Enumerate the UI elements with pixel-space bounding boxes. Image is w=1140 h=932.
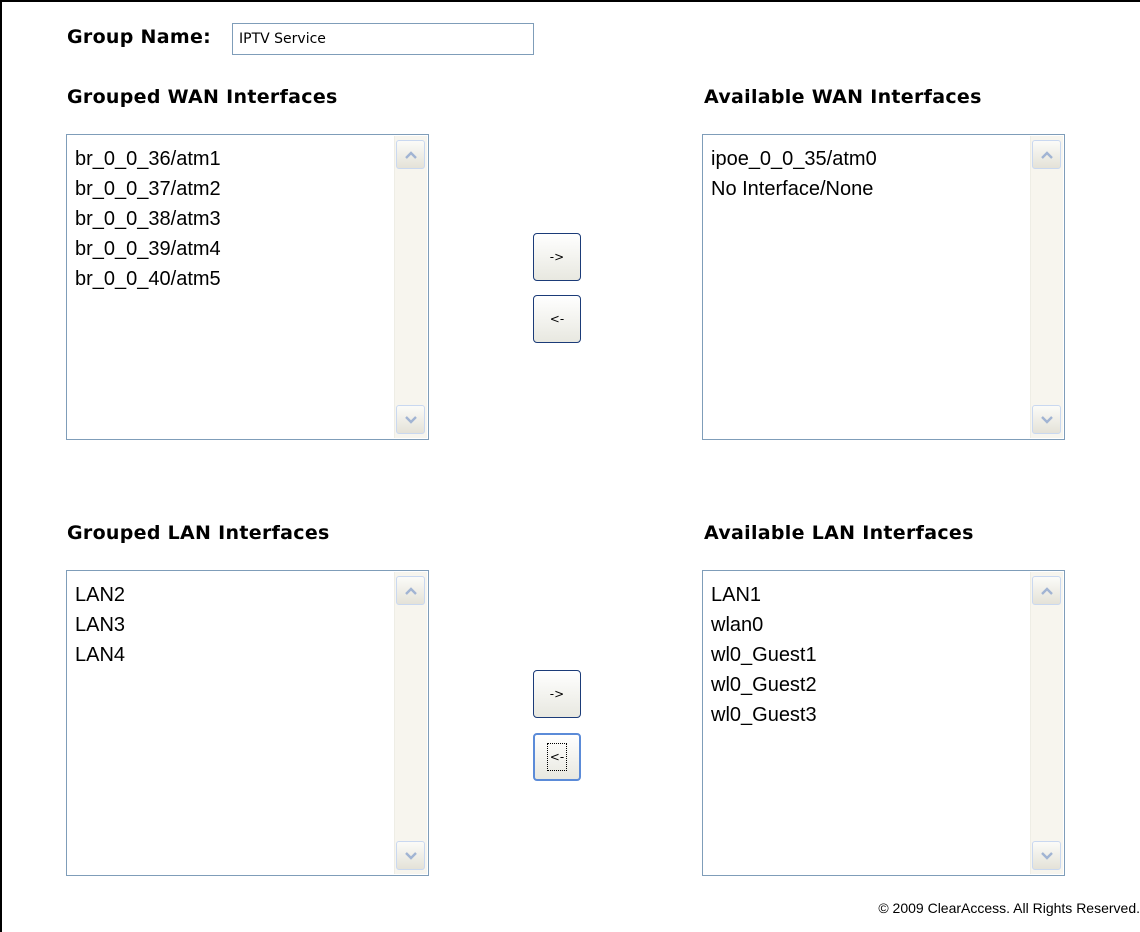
available-lan-listbox[interactable]: LAN1 wlan0 wl0_Guest1 wl0_Guest2 wl0_Guest3 (702, 570, 1065, 876)
chevron-up-icon (404, 150, 417, 159)
chevron-up-icon (1040, 586, 1053, 595)
grouped-wan-item[interactable]: br_0_0_36/atm1 (75, 144, 392, 174)
scroll-up-button[interactable] (396, 576, 425, 605)
available-wan-heading: Available WAN Interfaces (704, 86, 982, 108)
scroll-up-button[interactable] (1032, 576, 1061, 605)
add-wan-button[interactable]: -> (533, 233, 581, 281)
remove-lan-label: <- (546, 743, 568, 771)
grouped-wan-heading: Grouped WAN Interfaces (67, 86, 338, 108)
available-lan-item[interactable]: wl0_Guest1 (711, 640, 1028, 670)
grouped-wan-item[interactable]: br_0_0_37/atm2 (75, 174, 392, 204)
grouped-wan-items: br_0_0_36/atm1 br_0_0_37/atm2 br_0_0_38/at… (75, 144, 392, 294)
grouped-lan-listbox[interactable]: LAN2 LAN3 LAN4 (66, 570, 429, 876)
grouped-lan-item[interactable]: LAN2 (75, 580, 392, 610)
add-lan-label: -> (549, 687, 565, 701)
scroll-down-button[interactable] (396, 405, 425, 434)
available-lan-items: LAN1 wlan0 wl0_Guest1 wl0_Guest2 wl0_Guest3 (711, 580, 1028, 730)
grouped-wan-item[interactable]: br_0_0_38/atm3 (75, 204, 392, 234)
available-wan-item[interactable]: No Interface/None (711, 174, 1028, 204)
grouped-lan-item[interactable]: LAN4 (75, 640, 392, 670)
grouped-wan-item[interactable]: br_0_0_40/atm5 (75, 264, 392, 294)
add-lan-button[interactable]: -> (533, 670, 581, 718)
scroll-down-button[interactable] (1032, 841, 1061, 870)
group-name-label: Group Name: (67, 26, 212, 48)
remove-wan-button[interactable]: <- (533, 295, 581, 343)
grouped-lan-item[interactable]: LAN3 (75, 610, 392, 640)
grouped-lan-items: LAN2 LAN3 LAN4 (75, 580, 392, 670)
scroll-up-button[interactable] (1032, 140, 1061, 169)
chevron-down-icon (1040, 415, 1053, 424)
scrollbar[interactable] (394, 136, 427, 438)
available-lan-heading: Available LAN Interfaces (704, 522, 974, 544)
available-wan-listbox[interactable]: ipoe_0_0_35/atm0 No Interface/None (702, 134, 1065, 440)
available-lan-item[interactable]: LAN1 (711, 580, 1028, 610)
chevron-up-icon (1040, 150, 1053, 159)
scrollbar[interactable] (1030, 136, 1063, 438)
chevron-down-icon (404, 851, 417, 860)
grouped-wan-listbox[interactable]: br_0_0_36/atm1 br_0_0_37/atm2 br_0_0_38/at… (66, 134, 429, 440)
remove-wan-label: <- (549, 312, 565, 326)
available-wan-items: ipoe_0_0_35/atm0 No Interface/None (711, 144, 1028, 204)
grouped-wan-item[interactable]: br_0_0_39/atm4 (75, 234, 392, 264)
available-lan-item[interactable]: wl0_Guest2 (711, 670, 1028, 700)
scrollbar[interactable] (394, 572, 427, 874)
scroll-down-button[interactable] (396, 841, 425, 870)
chevron-down-icon (404, 415, 417, 424)
group-name-input[interactable]: IPTV Service (232, 23, 534, 55)
available-lan-item[interactable]: wlan0 (711, 610, 1028, 640)
scrollbar[interactable] (1030, 572, 1063, 874)
chevron-down-icon (1040, 851, 1053, 860)
available-wan-item[interactable]: ipoe_0_0_35/atm0 (711, 144, 1028, 174)
remove-lan-button[interactable]: <- (533, 733, 581, 781)
scroll-up-button[interactable] (396, 140, 425, 169)
scroll-down-button[interactable] (1032, 405, 1061, 434)
grouped-lan-heading: Grouped LAN Interfaces (67, 522, 330, 544)
available-lan-item[interactable]: wl0_Guest3 (711, 700, 1028, 730)
chevron-up-icon (404, 586, 417, 595)
add-wan-label: -> (549, 250, 565, 264)
copyright-footer: © 2009 ClearAccess. All Rights Reserved. (878, 900, 1140, 916)
